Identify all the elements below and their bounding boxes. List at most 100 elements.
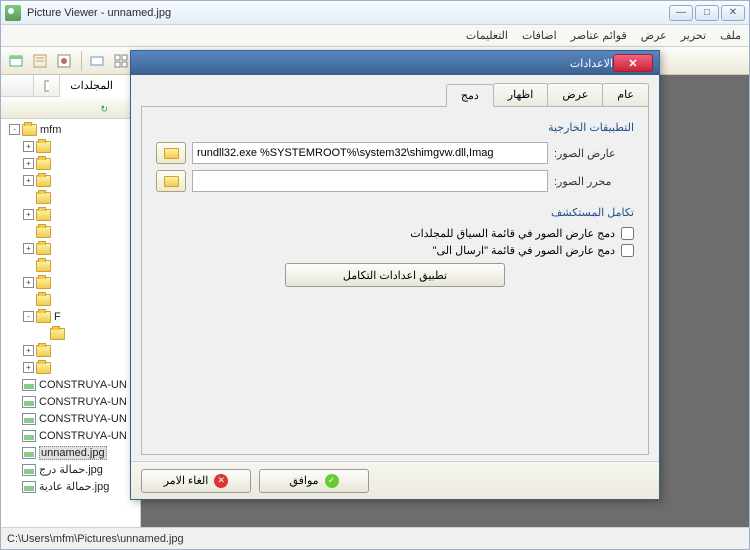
tree-folder-item[interactable] [3, 189, 138, 206]
folder-icon [36, 158, 51, 170]
titlebar: Picture Viewer - unnamed.jpg — □ ✕ [1, 1, 749, 25]
tree-file-item[interactable]: CONSTRUYA-UN [3, 427, 138, 444]
tree-item-label: mfm [40, 124, 61, 136]
folder-icon [36, 260, 51, 272]
tab-view[interactable]: عرض [547, 83, 603, 106]
toolbar-btn-2[interactable] [29, 50, 51, 72]
status-path: C:\Users\mfm\Pictures\unnamed.jpg [7, 533, 184, 545]
tree-expand-icon[interactable]: + [23, 277, 34, 288]
folder-icon [36, 277, 51, 289]
tab-integrate[interactable]: دمج [446, 84, 494, 107]
menu-lists[interactable]: قوائم عناصر [571, 29, 627, 42]
browse-editor-button[interactable] [156, 170, 186, 192]
sidebar-tab-2[interactable] [33, 75, 59, 96]
tree-folder-item[interactable] [3, 291, 138, 308]
folder-tree[interactable]: -mfm++++++-F++CONSTRUYA-UNCONSTRUYA-UNCO… [1, 119, 140, 527]
tree-folder-item[interactable]: + [3, 240, 138, 257]
tab-general[interactable]: عام [602, 83, 649, 106]
dialog-title: الاعدادات [137, 57, 613, 70]
input-editor-path[interactable] [192, 170, 548, 192]
ok-button[interactable]: ✓ موافق [259, 469, 369, 493]
toolbar-btn-5[interactable] [110, 50, 132, 72]
maximize-button[interactable]: □ [695, 5, 719, 21]
checkbox-sendto[interactable] [621, 244, 634, 257]
image-icon [22, 379, 36, 391]
tree-expand-icon[interactable]: + [23, 141, 34, 152]
image-icon [22, 481, 36, 493]
folder-icon [36, 226, 51, 238]
menu-addons[interactable]: اضافات [522, 29, 557, 42]
tree-expand-icon[interactable]: + [23, 158, 34, 169]
tree-file-item[interactable]: CONSTRUYA-UN [3, 376, 138, 393]
image-icon [22, 430, 36, 442]
cancel-label: الغاء الامر [164, 474, 209, 487]
tree-folder-item[interactable] [3, 223, 138, 240]
image-icon [22, 464, 36, 476]
statusbar: C:\Users\mfm\Pictures\unnamed.jpg [1, 527, 749, 549]
window-title: Picture Viewer - unnamed.jpg [27, 7, 669, 19]
menubar: ملف تحرير عرض قوائم عناصر اضافات التعليم… [1, 25, 749, 47]
menu-file[interactable]: ملف [720, 29, 741, 42]
input-viewer-path[interactable] [192, 142, 548, 164]
tree-folder-item[interactable] [3, 257, 138, 274]
app-icon [5, 5, 21, 21]
browse-viewer-button[interactable] [156, 142, 186, 164]
tree-expand-icon[interactable]: + [23, 209, 34, 220]
tree-folder-item[interactable]: + [3, 172, 138, 189]
dialog-tabs: عام عرض اظهار دمج [141, 83, 649, 107]
settings-dialog: ✕ الاعدادات عام عرض اظهار دمج التطبيقات … [130, 50, 660, 500]
menu-view[interactable]: عرض [641, 29, 667, 42]
tree-file-item[interactable]: CONSTRUYA-UN [3, 393, 138, 410]
tree-folder-item[interactable]: + [3, 138, 138, 155]
toolbar-btn-4[interactable] [86, 50, 108, 72]
tree-file-item[interactable]: CONSTRUYA-UN [3, 410, 138, 427]
folder-icon [36, 175, 51, 187]
tree-folder-item[interactable]: + [3, 206, 138, 223]
tree-expand-icon[interactable]: - [9, 124, 20, 135]
tree-folder-item[interactable]: - mfm [3, 121, 138, 138]
menu-help[interactable]: التعليمات [466, 29, 508, 42]
apply-integration-button[interactable]: تطبيق اعدادات التكامل [285, 263, 505, 287]
tab-content: التطبيقات الخارجية عارض الصور: محرر الصو… [141, 107, 649, 455]
group-external-apps: التطبيقات الخارجية [156, 121, 634, 134]
folder-icon [164, 148, 179, 159]
tab-show[interactable]: اظهار [493, 83, 549, 106]
tree-item-label: حمالة عادية.jpg [39, 480, 109, 493]
tree-file-item[interactable]: حمالة درج.jpg [3, 461, 138, 478]
label-context-menu: دمج عارض الصور في قائمة السياق للمجلدات [410, 227, 615, 240]
label-editor: محرر الصور: [554, 175, 634, 188]
tree-folder-item[interactable]: + [3, 274, 138, 291]
tree-file-item[interactable]: حمالة عادية.jpg [3, 478, 138, 495]
menu-edit[interactable]: تحرير [681, 29, 706, 42]
tree-expand-icon[interactable]: + [23, 175, 34, 186]
sidebar-tool-2[interactable]: ↻ [88, 97, 110, 119]
cancel-button[interactable]: ✕ الغاء الامر [141, 469, 251, 493]
tree-expand-icon[interactable]: + [23, 362, 34, 373]
tree-expand-icon[interactable]: + [23, 345, 34, 356]
close-button[interactable]: ✕ [721, 5, 745, 21]
tree-item-label: CONSTRUYA-UN [39, 396, 127, 408]
tree-expand-icon[interactable]: + [23, 243, 34, 254]
tree-folder-item[interactable]: + [3, 359, 138, 376]
checkbox-context-menu[interactable] [621, 227, 634, 240]
minimize-button[interactable]: — [669, 5, 693, 21]
tree-folder-item[interactable]: + [3, 342, 138, 359]
dialog-button-row: ✓ موافق ✕ الغاء الامر [131, 461, 659, 499]
group-explorer-integration: تكامل المستكشف [156, 206, 634, 219]
label-sendto: دمج عارض الصور في قائمة "ارسال الى" [433, 244, 615, 257]
folder-icon [36, 345, 51, 357]
dialog-close-button[interactable]: ✕ [613, 54, 653, 72]
sidebar-tab-folders[interactable]: المجلدات [59, 75, 140, 97]
tree-folder-item[interactable]: + [3, 155, 138, 172]
tree-item-label: F [54, 311, 61, 323]
tree-folder-item[interactable]: -F [3, 308, 138, 325]
folder-icon [36, 141, 51, 153]
toolbar-btn-3[interactable] [53, 50, 75, 72]
folder-icon [36, 192, 51, 204]
tree-item-label: CONSTRUYA-UN [39, 430, 127, 442]
sidebar-tab-label: المجلدات [70, 79, 113, 92]
tree-folder-item[interactable] [3, 325, 138, 342]
toolbar-btn-1[interactable] [5, 50, 27, 72]
tree-file-item[interactable]: unnamed.jpg [3, 444, 138, 461]
tree-expand-icon[interactable]: - [23, 311, 34, 322]
